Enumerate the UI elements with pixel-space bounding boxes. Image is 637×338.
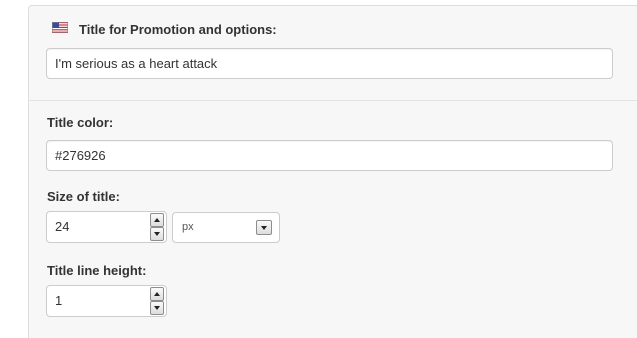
select-dropdown-button[interactable]	[256, 220, 272, 235]
title-color-input[interactable]: #276926	[46, 140, 613, 171]
promotion-title-input[interactable]: I'm serious as a heart attack	[46, 48, 613, 79]
promotion-title-label: Title for Promotion and options:	[79, 22, 277, 37]
spin-up-button[interactable]	[150, 287, 164, 301]
arrow-up-icon	[154, 292, 160, 296]
title-size-label: Size of title:	[47, 189, 120, 204]
title-color-label: Title color:	[47, 115, 114, 130]
title-size-input[interactable]: 24	[46, 211, 167, 243]
arrow-up-icon	[154, 218, 160, 222]
section-divider	[28, 100, 637, 101]
spin-down-button[interactable]	[150, 301, 164, 315]
title-size-spinner[interactable]	[150, 213, 164, 241]
line-height-label: Title line height:	[47, 263, 147, 278]
line-height-input[interactable]: 1	[46, 285, 167, 317]
us-flag-icon	[52, 22, 68, 33]
arrow-down-icon	[154, 232, 160, 236]
spin-up-button[interactable]	[150, 213, 164, 227]
chevron-down-icon	[261, 226, 267, 230]
arrow-down-icon	[154, 306, 160, 310]
line-height-spinner[interactable]	[150, 287, 164, 315]
spin-down-button[interactable]	[150, 227, 164, 241]
